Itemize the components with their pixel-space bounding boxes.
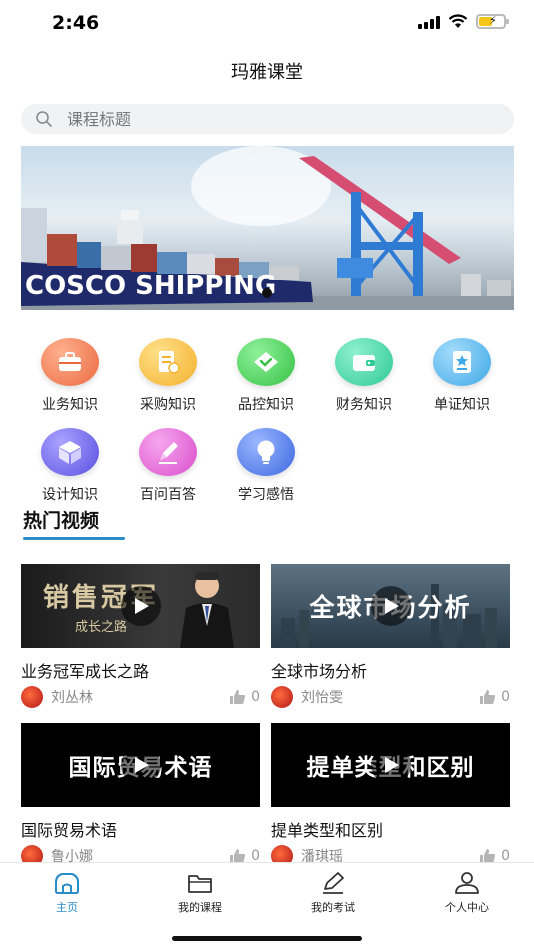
like-button[interactable]: 0: [230, 689, 260, 705]
thumbs-up-icon: [230, 849, 246, 863]
category-item-purchasing[interactable]: 采购知识: [119, 338, 217, 414]
category-label: 百问百答: [140, 487, 196, 503]
search-icon: [36, 111, 52, 127]
video-meta: 刘丛林 0: [21, 686, 260, 708]
document-star-icon: [433, 338, 491, 386]
pen-icon: [323, 872, 344, 894]
video-thumbnail[interactable]: 国际贸易术语: [21, 723, 260, 807]
category-label: 学习感悟: [238, 487, 294, 503]
banner-ship-text: COSCO SHIPPING: [25, 271, 276, 301]
banner-carousel[interactable]: COSCO SHIPPING: [21, 146, 514, 310]
category-label: 业务知识: [42, 397, 98, 413]
signal-icon: [418, 15, 440, 29]
status-icons: ⚡: [418, 14, 509, 29]
search-bar[interactable]: [21, 104, 514, 134]
lightbulb-icon: [237, 428, 295, 476]
tab-my-exams[interactable]: 我的考试: [283, 871, 383, 915]
home-indicator: [172, 936, 362, 941]
tab-home[interactable]: 主页: [17, 871, 117, 915]
tab-label: 个人中心: [445, 901, 489, 914]
bottom-tab-bar: 主页 我的课程 我的考试 个人中心: [0, 862, 534, 950]
category-item-insights[interactable]: 学习感悟: [217, 428, 315, 504]
category-item-quality[interactable]: 品控知识: [217, 338, 315, 414]
section-title-hot-videos: 热门视频: [23, 510, 100, 532]
status-time: 2:46: [52, 12, 100, 34]
video-meta: 刘怡雯 0: [271, 686, 510, 708]
home-icon: [55, 873, 79, 894]
diamond-check-icon: [237, 338, 295, 386]
video-card[interactable]: 国际贸易术语 国际贸易术语 鲁小娜 0: [21, 723, 260, 867]
video-author: 刘丛林: [21, 686, 93, 708]
video-thumbnail[interactable]: 销售冠军 成长之路: [21, 564, 260, 648]
receipt-icon: [139, 338, 197, 386]
tab-profile[interactable]: 个人中心: [417, 871, 517, 915]
like-count: 0: [251, 689, 260, 705]
category-item-design[interactable]: 设计知识: [21, 428, 119, 504]
folder-icon: [188, 875, 212, 893]
category-item-business[interactable]: 业务知识: [21, 338, 119, 414]
battery-icon: ⚡: [476, 14, 509, 29]
person-icon: [455, 872, 479, 894]
category-label: 财务知识: [336, 397, 392, 413]
play-button[interactable]: [370, 586, 411, 626]
search-input[interactable]: [67, 109, 467, 129]
video-card[interactable]: 销售冠军 成长之路 业务冠军成长之路 刘丛林 0: [21, 564, 260, 708]
category-item-qa[interactable]: 百问百答: [119, 428, 217, 504]
tab-label: 我的考试: [311, 901, 355, 914]
author-name: 刘怡雯: [301, 690, 343, 706]
category-label: 设计知识: [42, 487, 98, 503]
video-thumbnail[interactable]: 提单类型和区别: [271, 723, 510, 807]
like-count: 0: [501, 689, 510, 705]
avatar: [271, 686, 293, 708]
page-title: 玛雅课堂: [231, 62, 303, 83]
video-card[interactable]: 全球市场分析 全球市场分析 刘怡雯 0: [271, 564, 510, 708]
category-label: 采购知识: [140, 397, 196, 413]
tab-label: 我的课程: [178, 901, 222, 914]
tab-my-courses[interactable]: 我的课程: [150, 871, 250, 915]
presenter-image: [180, 572, 234, 648]
video-title[interactable]: 全球市场分析: [271, 658, 510, 682]
play-button[interactable]: [370, 745, 411, 785]
carousel-indicator[interactable]: [262, 288, 272, 298]
category-label: 品控知识: [238, 397, 294, 413]
video-card[interactable]: 提单类型和区别 提单类型和区别 潘琪瑶 0: [271, 723, 510, 867]
wifi-icon: [448, 14, 468, 28]
category-item-finance[interactable]: 财务知识: [315, 338, 413, 414]
play-button[interactable]: [120, 745, 161, 785]
wallet-icon: [335, 338, 393, 386]
tab-label: 主页: [56, 901, 78, 914]
cube-icon: [41, 428, 99, 476]
status-bar: 2:46 ⚡: [0, 0, 534, 48]
author-name: 刘丛林: [51, 690, 93, 706]
video-author: 刘怡雯: [271, 686, 343, 708]
briefcase-icon: [41, 338, 99, 386]
like-button[interactable]: 0: [480, 689, 510, 705]
category-label: 单证知识: [434, 397, 490, 413]
thumbs-up-icon: [480, 849, 496, 863]
section-underline: [23, 537, 125, 540]
thumbs-up-icon: [480, 690, 496, 704]
video-title[interactable]: 国际贸易术语: [21, 817, 260, 841]
category-item-documents[interactable]: 单证知识: [413, 338, 511, 414]
video-title[interactable]: 提单类型和区别: [271, 817, 510, 841]
avatar: [21, 686, 43, 708]
banner-image: COSCO SHIPPING: [21, 146, 514, 310]
play-button[interactable]: [120, 586, 161, 626]
app-screen: 2:46 ⚡ 玛雅课堂 课程标题 COSCO SHIPPING 业务知识 采购知…: [0, 0, 534, 950]
video-thumbnail[interactable]: 全球市场分析: [271, 564, 510, 648]
thumbs-up-icon: [230, 690, 246, 704]
pencil-icon: [139, 428, 197, 476]
video-title[interactable]: 业务冠军成长之路: [21, 658, 260, 682]
